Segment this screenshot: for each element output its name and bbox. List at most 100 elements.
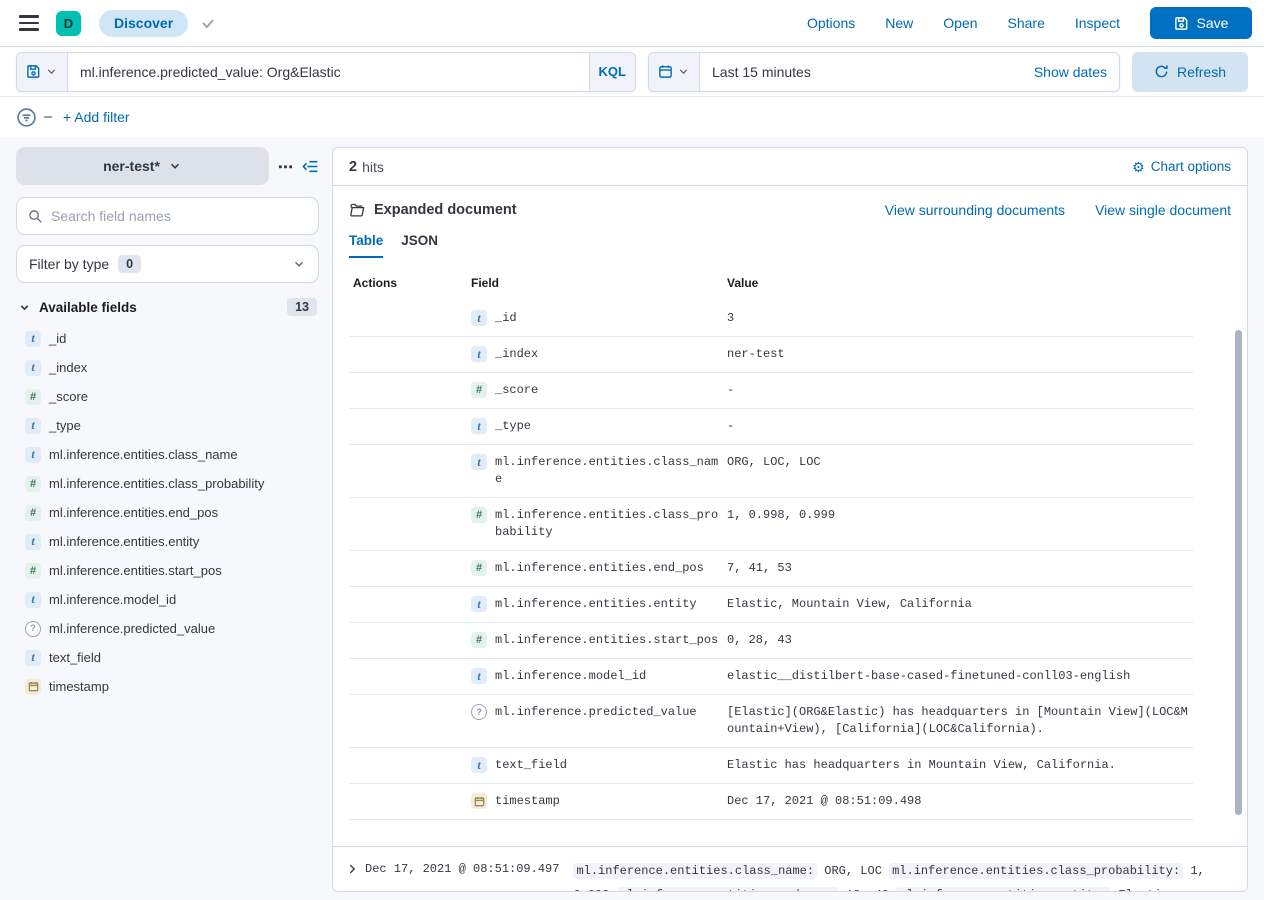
sidebar-field-name: ml.inference.entities.start_pos (49, 563, 222, 578)
tab-table[interactable]: Table (349, 233, 383, 258)
sidebar-field-item[interactable]: # ml.inference.entities.end_pos (16, 498, 319, 527)
row-field-cell: t _type (471, 418, 727, 435)
row-actions-cell (349, 704, 471, 738)
sidebar-field-item[interactable]: # ml.inference.entities.start_pos (16, 556, 319, 585)
sidebar-field-item[interactable]: t ml.inference.entities.class_name (16, 440, 319, 469)
top-nav-links: Options New Open Share Inspect Save (807, 7, 1252, 39)
date-quick-menu[interactable] (649, 53, 700, 91)
menu-icon[interactable] (10, 4, 48, 42)
sidebar-field-item[interactable]: t _id (16, 324, 319, 353)
refresh-button[interactable]: Refresh (1132, 52, 1248, 92)
view-surrounding-documents-link[interactable]: View surrounding documents (885, 202, 1065, 218)
top-navigation-bar: D Discover Options New Open Share Inspect Sa… (0, 0, 1264, 47)
column-header-field: Field (471, 276, 727, 290)
row-actions-cell (349, 668, 471, 685)
chevron-down-icon (45, 65, 58, 78)
table-row: t _type - (349, 409, 1193, 445)
row-field-cell: t _id (471, 310, 727, 327)
number-field-type-icon: # (471, 382, 487, 398)
expanded-document-title: Expanded document (374, 202, 517, 218)
row-actions-cell (349, 793, 471, 810)
nav-link-options[interactable]: Options (807, 15, 855, 31)
nav-link-open[interactable]: Open (943, 15, 977, 31)
filter-by-type-select[interactable]: Filter by type 0 (16, 245, 319, 283)
nav-link-share[interactable]: Share (1008, 15, 1045, 31)
row-field-cell: timestamp (471, 793, 727, 810)
available-fields-count-badge: 13 (287, 298, 317, 316)
string-field-type-icon: t (471, 454, 487, 470)
hits-bar: 2 hits ⚙ Chart options (333, 148, 1247, 186)
available-fields-header[interactable]: Available fields 13 (16, 298, 319, 316)
string-field-type-icon: t (471, 596, 487, 612)
row-actions-cell (349, 757, 471, 774)
number-field-type-icon: # (25, 476, 41, 492)
sidebar-field-item[interactable]: t ml.inference.model_id (16, 585, 319, 614)
string-field-type-icon: t (471, 418, 487, 434)
row-field-value: Dec 17, 2021 @ 08:51:09.498 (727, 793, 921, 810)
sidebar-field-item[interactable]: t text_field (16, 643, 319, 672)
nav-link-inspect[interactable]: Inspect (1075, 15, 1120, 31)
sidebar-field-item[interactable]: t ml.inference.entities.entity (16, 527, 319, 556)
time-range-display[interactable]: Last 15 minutes (700, 64, 1034, 80)
sidebar-field-item[interactable]: # ml.inference.entities.class_probabilit… (16, 469, 319, 498)
add-filter-button[interactable]: + Add filter (63, 109, 130, 125)
number-field-type-icon: # (471, 560, 487, 576)
chart-options-button[interactable]: ⚙ Chart options (1132, 159, 1231, 174)
document-list: Dec 17, 2021 @ 08:51:09.497 ml.inference… (333, 846, 1247, 892)
field-list: t _id t _index # _score t _type t ml.inf… (16, 324, 319, 701)
string-field-type-icon: t (471, 346, 487, 362)
view-single-document-link[interactable]: View single document (1095, 202, 1231, 218)
hits-label: hits (362, 159, 384, 175)
query-language-button[interactable]: KQL (589, 53, 635, 91)
row-field-name: _type (495, 418, 721, 435)
chevron-down-icon (168, 159, 182, 173)
check-icon (200, 15, 216, 31)
number-field-type-icon: # (25, 505, 41, 521)
table-row: t text_field Elastic has headquarters in… (349, 748, 1193, 784)
fields-sidebar: ner-test* Filter by type 0 (16, 147, 319, 900)
row-field-value: 7, 41, 53 (727, 560, 792, 577)
sidebar-field-item[interactable]: timestamp (16, 672, 319, 701)
space-avatar[interactable]: D (56, 11, 81, 36)
row-actions-cell (349, 454, 471, 488)
breadcrumb[interactable]: Discover (99, 10, 188, 37)
row-field-value: Elastic, Mountain View, California (727, 596, 972, 613)
row-field-name: ml.inference.entities.start_pos (495, 632, 721, 649)
query-input[interactable]: ml.inference.predicted_value: Org&Elasti… (68, 64, 589, 80)
row-actions-cell (349, 507, 471, 541)
sidebar-field-item[interactable]: ? ml.inference.predicted_value (16, 614, 319, 643)
expand-document-icon[interactable] (345, 862, 359, 876)
tab-json[interactable]: JSON (401, 233, 438, 258)
nav-link-new[interactable]: New (885, 15, 913, 31)
string-field-type-icon: t (471, 668, 487, 684)
table-row: t ml.inference.entities.entity Elastic, … (349, 587, 1193, 623)
sidebar-field-item[interactable]: # _score (16, 382, 319, 411)
table-row: # ml.inference.entities.start_pos 0, 28,… (349, 623, 1193, 659)
table-row: # ml.inference.entities.end_pos 7, 41, 5… (349, 551, 1193, 587)
save-button[interactable]: Save (1150, 7, 1252, 39)
table-row: t ml.inference.model_id elastic__distilb… (349, 659, 1193, 695)
table-row: t _index ner-test (349, 337, 1193, 373)
vertical-scrollbar[interactable] (1235, 330, 1242, 815)
sidebar-field-item[interactable]: t _index (16, 353, 319, 382)
field-search-input[interactable] (51, 208, 307, 224)
boxes-horizontal-icon[interactable] (278, 159, 293, 174)
collapse-sidebar-icon[interactable] (302, 158, 319, 175)
index-pattern-switcher[interactable]: ner-test* (16, 147, 269, 185)
show-dates-button[interactable]: Show dates (1034, 64, 1119, 80)
saved-query-menu[interactable] (17, 53, 68, 91)
row-field-name: ml.inference.predicted_value (495, 704, 721, 721)
document-field-table: Actions Field Value t _id 3 t _index ner… (349, 270, 1193, 820)
document-timestamp: Dec 17, 2021 @ 08:51:09.497 (365, 862, 559, 876)
filter-icon[interactable] (16, 107, 37, 128)
row-field-value: [Elastic](ORG&Elastic) has headquarters … (727, 704, 1193, 738)
filter-dash-decoration (44, 116, 52, 118)
row-actions-cell (349, 418, 471, 435)
source-field-badge: ml.inference.entities.class_name: (573, 863, 817, 879)
sidebar-field-item[interactable]: t _type (16, 411, 319, 440)
sidebar-field-name: ml.inference.model_id (49, 592, 176, 607)
source-field-badge: ml.inference.entities.class_probability: (889, 863, 1183, 879)
row-field-cell: t text_field (471, 757, 727, 774)
row-field-name: ml.inference.entities.class_name (495, 454, 721, 488)
row-field-value: elastic__distilbert-base-cased-finetuned… (727, 668, 1130, 685)
